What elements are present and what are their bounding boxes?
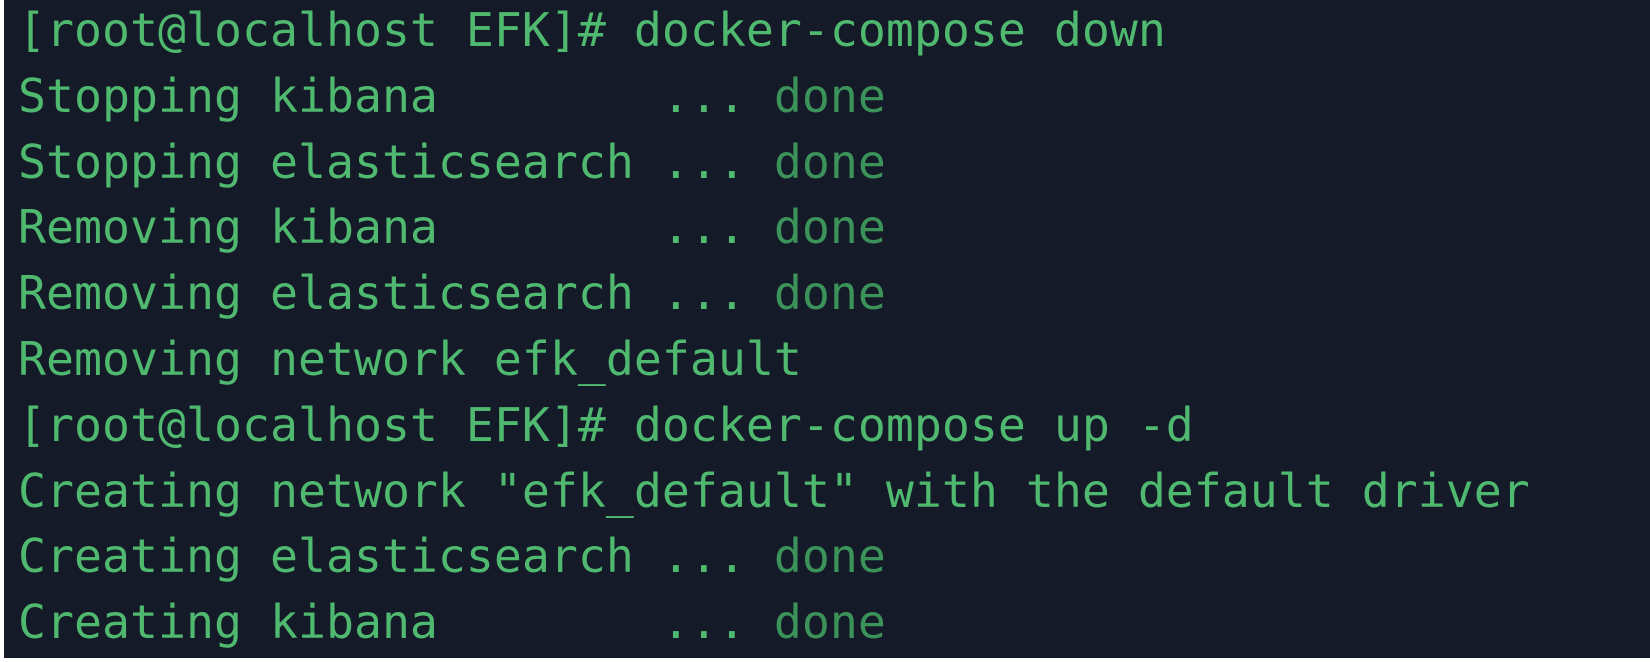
output-line: Stopping elasticsearch ... done <box>18 130 1530 196</box>
output-text: Creating elasticsearch ... <box>18 529 774 584</box>
output-line: Creating network "efk_default" with the … <box>18 459 1530 525</box>
status-text: done <box>773 266 886 321</box>
output-line: Stopping kibana ... done <box>18 64 1530 130</box>
output-line: Creating elasticsearch ... done <box>18 524 1530 590</box>
status-text: done <box>773 134 886 189</box>
output-text: Removing network efk_default <box>18 331 802 386</box>
command-line: [root@localhost EFK]# docker-compose up … <box>18 393 1530 459</box>
output-text: Stopping elasticsearch ... <box>18 134 774 189</box>
terminal-window[interactable]: [root@localhost EFK]# docker-compose dow… <box>4 0 1650 658</box>
output-text: Stopping kibana ... <box>18 68 774 123</box>
command-text: [root@localhost EFK]# docker-compose dow… <box>18 3 1166 57</box>
status-text: done <box>773 595 886 650</box>
status-text: done <box>773 529 886 584</box>
command-line: [root@localhost EFK]# docker-compose dow… <box>18 0 1530 64</box>
output-text: Removing kibana ... <box>18 200 774 255</box>
output-line: Removing network efk_default <box>18 327 1530 393</box>
output-line: Creating kibana ... done <box>18 590 1530 656</box>
status-text: done <box>773 200 886 255</box>
output-text: Removing elasticsearch ... <box>18 266 774 321</box>
output-line: Removing kibana ... done <box>18 195 1530 261</box>
command-text: [root@localhost EFK]# docker-compose up … <box>18 397 1194 452</box>
status-text: done <box>773 68 886 123</box>
output-text: Creating kibana ... <box>18 595 774 650</box>
terminal-output: [root@localhost EFK]# docker-compose dow… <box>18 0 1530 656</box>
output-text: Creating network "efk_default" with the … <box>18 463 1530 518</box>
output-line: Removing elasticsearch ... done <box>18 261 1530 327</box>
